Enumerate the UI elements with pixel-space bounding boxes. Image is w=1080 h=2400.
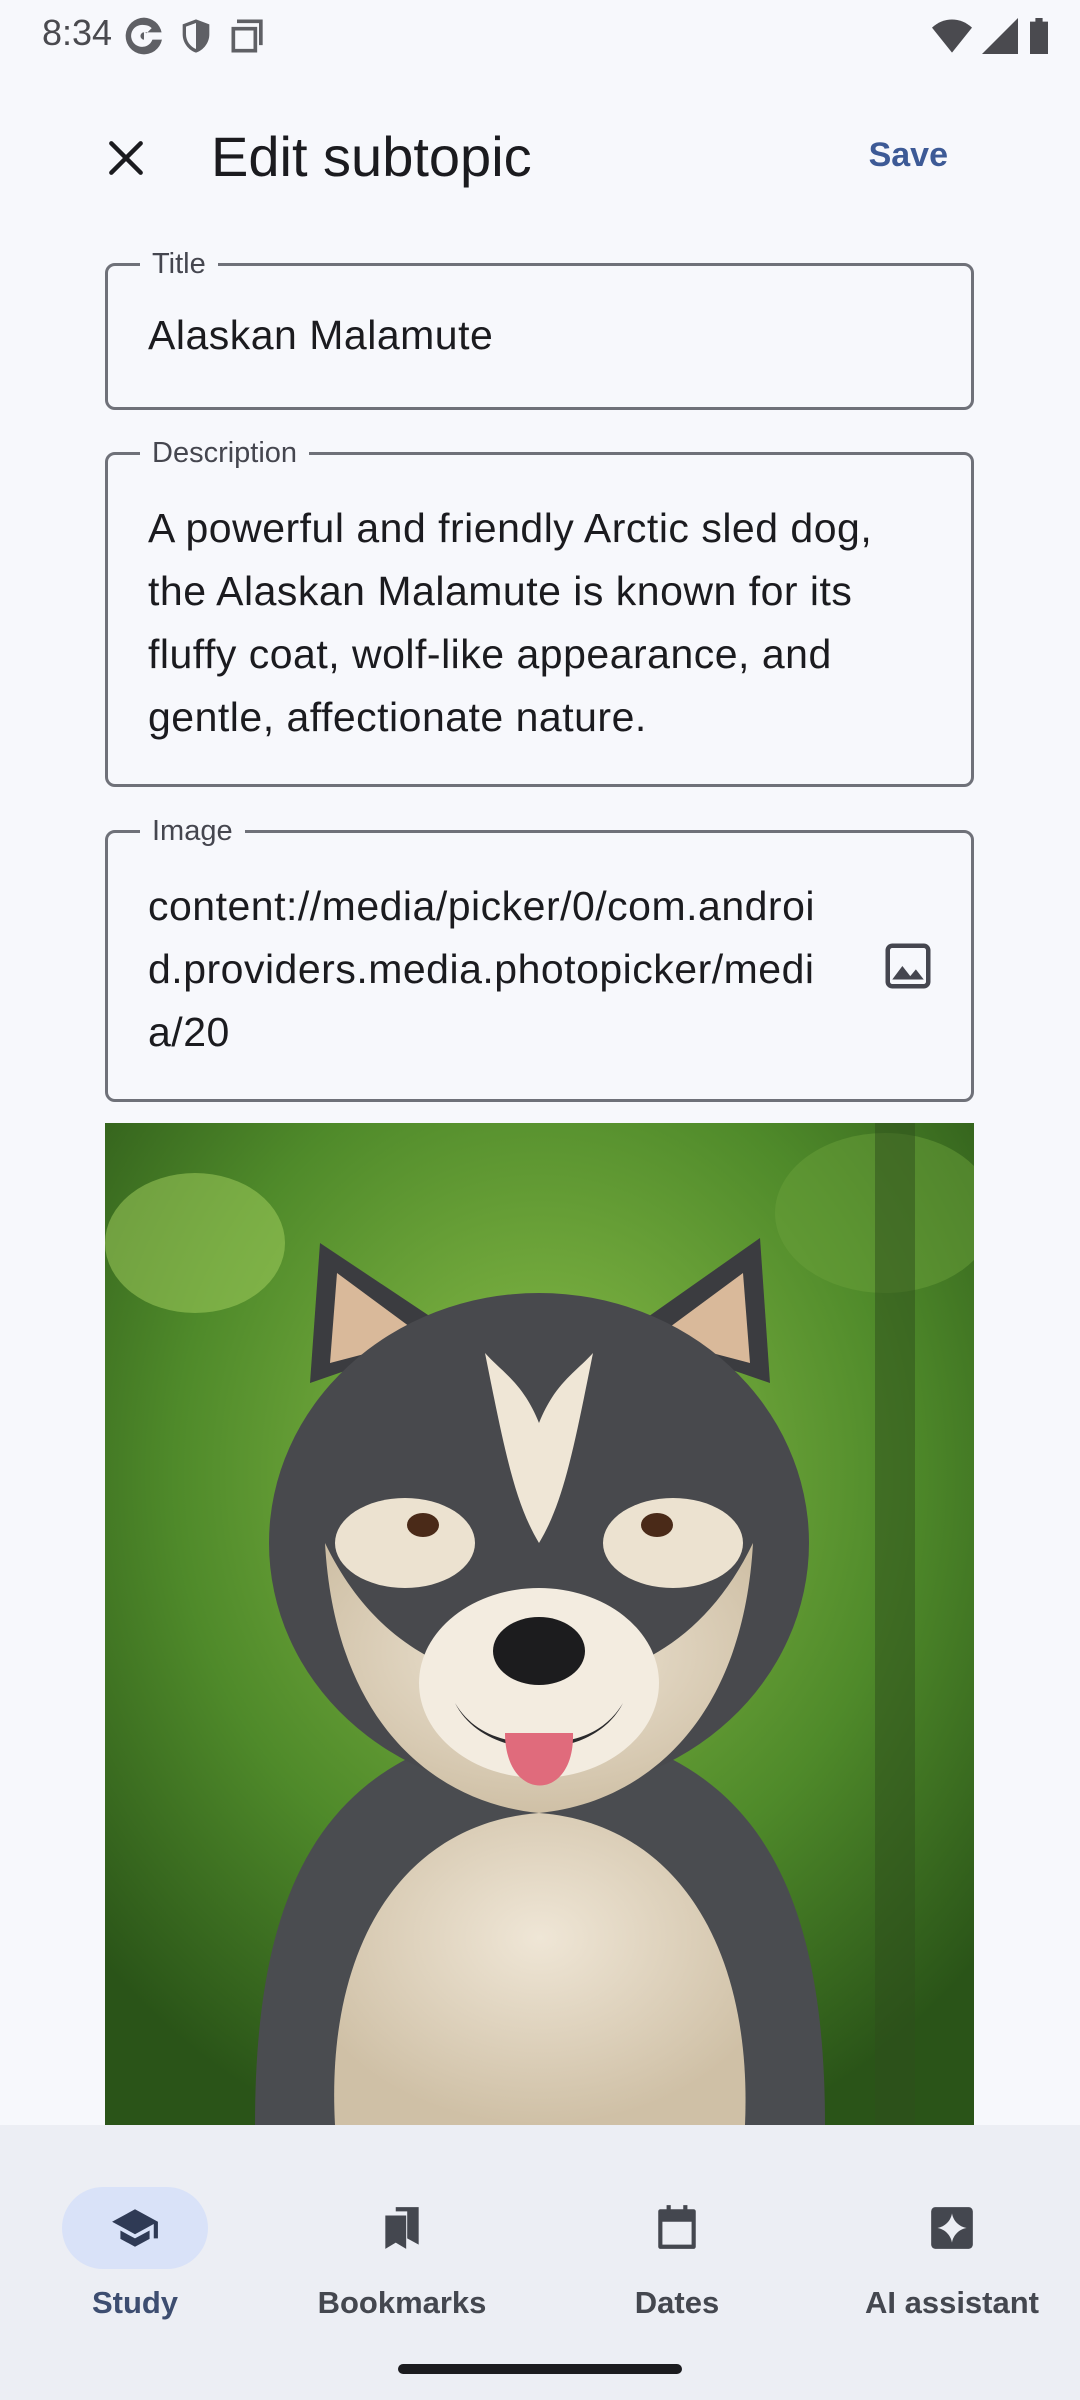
signal-icon [982,18,1018,54]
title-field-value[interactable]: Alaskan Malamute [148,304,493,367]
image-field[interactable]: Image content://media/picker/0/com.andro… [105,815,974,1102]
nav-item-dates[interactable]: Dates [542,2155,812,2320]
subtopic-image [105,1123,974,2125]
image-field-label: Image [140,815,245,847]
school-icon [112,2209,158,2247]
description-field-label: Description [140,437,310,469]
nav-item-ai-assistant[interactable]: AI assistant [817,2155,1080,2320]
page-title: Edit subtopic [211,125,532,188]
calendar-icon [658,2205,696,2249]
description-field[interactable]: Description A powerful and friendly Arct… [105,437,974,787]
wifi-icon [932,19,972,53]
battery-icon [1030,18,1048,54]
nav-label-ai-assistant: AI assistant [864,2285,1039,2320]
bookmarks-icon [385,2207,419,2249]
nav-item-study[interactable]: Study [0,2155,270,2320]
top-app-bar: Edit subtopic Save [0,100,1080,215]
status-time: 8:34 [42,12,113,53]
image-icon[interactable] [881,939,935,993]
screen-icon [231,19,263,53]
bottom-navigation: Study Bookmarks Dates AI assistant [0,2125,1080,2400]
close-icon [109,141,143,175]
nav-item-bookmarks[interactable]: Bookmarks [267,2155,537,2320]
nav-label-dates: Dates [634,2285,720,2320]
save-button[interactable]: Save [869,136,948,175]
sparkle-icon [931,2207,973,2249]
title-field-label: Title [140,248,218,280]
shield-icon [182,19,210,53]
description-field-value[interactable]: A powerful and friendly Arctic sled dog,… [148,497,938,749]
nav-label-study: Study [91,2285,179,2320]
status-bar: 8:34 [0,0,1080,72]
image-field-value[interactable]: content://media/picker/0/com.android.pro… [148,875,848,1064]
close-button[interactable] [96,128,156,188]
nav-label-bookmarks: Bookmarks [317,2285,487,2320]
home-indicator[interactable] [398,2364,682,2374]
google-icon [125,17,162,55]
title-field[interactable]: Title Alaskan Malamute [105,248,974,410]
